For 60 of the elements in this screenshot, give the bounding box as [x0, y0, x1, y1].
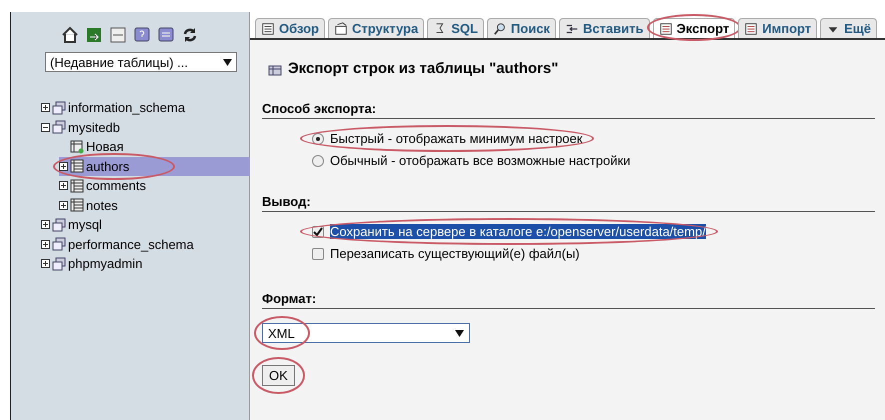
radio-button[interactable]: [312, 154, 324, 166]
list-icon: [261, 22, 275, 36]
expand-icon[interactable]: [41, 103, 50, 112]
import-icon: [744, 22, 758, 36]
option-label: Обычный - отображать все возможные настройки: [330, 153, 630, 168]
expand-icon[interactable]: [59, 181, 68, 190]
tab[interactable]: Поиск: [486, 18, 556, 38]
caret-icon: [223, 58, 232, 66]
help-icon[interactable]: [133, 26, 151, 44]
tab[interactable]: Структура: [328, 18, 424, 38]
option-label: Быстрый - отображать минимум настроек: [330, 131, 582, 146]
tab[interactable]: Обзор: [255, 18, 325, 38]
reload-icon[interactable]: [181, 26, 199, 44]
export-icon: [658, 22, 672, 36]
database-icon: [52, 237, 66, 252]
tab[interactable]: Экспорт: [652, 18, 736, 38]
structure-icon: [334, 22, 348, 36]
collapse-icon[interactable]: [41, 122, 50, 132]
tree-item[interactable]: performance_schema: [41, 234, 249, 254]
expand-icon[interactable]: [59, 162, 68, 171]
tree-item[interactable]: notes: [59, 196, 249, 215]
table-icon: [70, 178, 84, 193]
expand-icon[interactable]: [41, 259, 50, 268]
tree-item[interactable]: comments: [59, 176, 249, 196]
tab[interactable]: Вставить: [558, 18, 650, 38]
page-heading: Экспорт строк из таблицы "authors": [288, 60, 558, 77]
new-table-icon: [70, 140, 84, 154]
checkbox[interactable]: [312, 248, 324, 260]
table-icon: [70, 198, 84, 212]
table-icon: [70, 159, 84, 174]
tree-item[interactable]: mysitedb: [41, 118, 249, 137]
database-icon: [52, 218, 66, 232]
tree-item[interactable]: Новая: [59, 137, 249, 156]
tab[interactable]: Импорт: [738, 18, 818, 38]
radio-button[interactable]: [312, 132, 324, 144]
exit-icon[interactable]: [85, 26, 103, 44]
expand-icon[interactable]: [41, 220, 50, 230]
section-title: Способ экспорта:: [262, 101, 875, 119]
caret-icon: [455, 330, 464, 336]
tree-item[interactable]: phpmyadmin: [41, 254, 249, 274]
recent-tables-dropdown[interactable]: (Недавние таблицы) ...: [45, 52, 237, 72]
checkbox[interactable]: [312, 226, 324, 238]
option-label: Перезаписать существующий(е) файл(ы): [330, 246, 580, 261]
section-title: Вывод:: [262, 194, 875, 212]
tree-item[interactable]: mysql: [41, 215, 249, 234]
database-icon: [52, 256, 66, 271]
section-title: Формат:: [262, 291, 875, 309]
home-icon[interactable]: [61, 26, 79, 44]
tree-item[interactable]: information_schema: [41, 98, 249, 118]
tree-item[interactable]: authors: [59, 156, 250, 176]
tab[interactable]: Ещё: [820, 18, 878, 38]
ok-button[interactable]: OK: [262, 365, 295, 386]
database-icon: [52, 100, 66, 115]
option-label: Сохранить на сервере в каталоге e:/openserver/userdata/temp/: [330, 224, 706, 239]
expand-icon[interactable]: [59, 200, 68, 210]
tab[interactable]: SQL: [427, 18, 484, 38]
expand-icon[interactable]: [41, 240, 50, 249]
database-icon: [52, 120, 66, 134]
search-icon: [492, 22, 507, 36]
format-dropdown[interactable]: XML: [262, 323, 470, 343]
